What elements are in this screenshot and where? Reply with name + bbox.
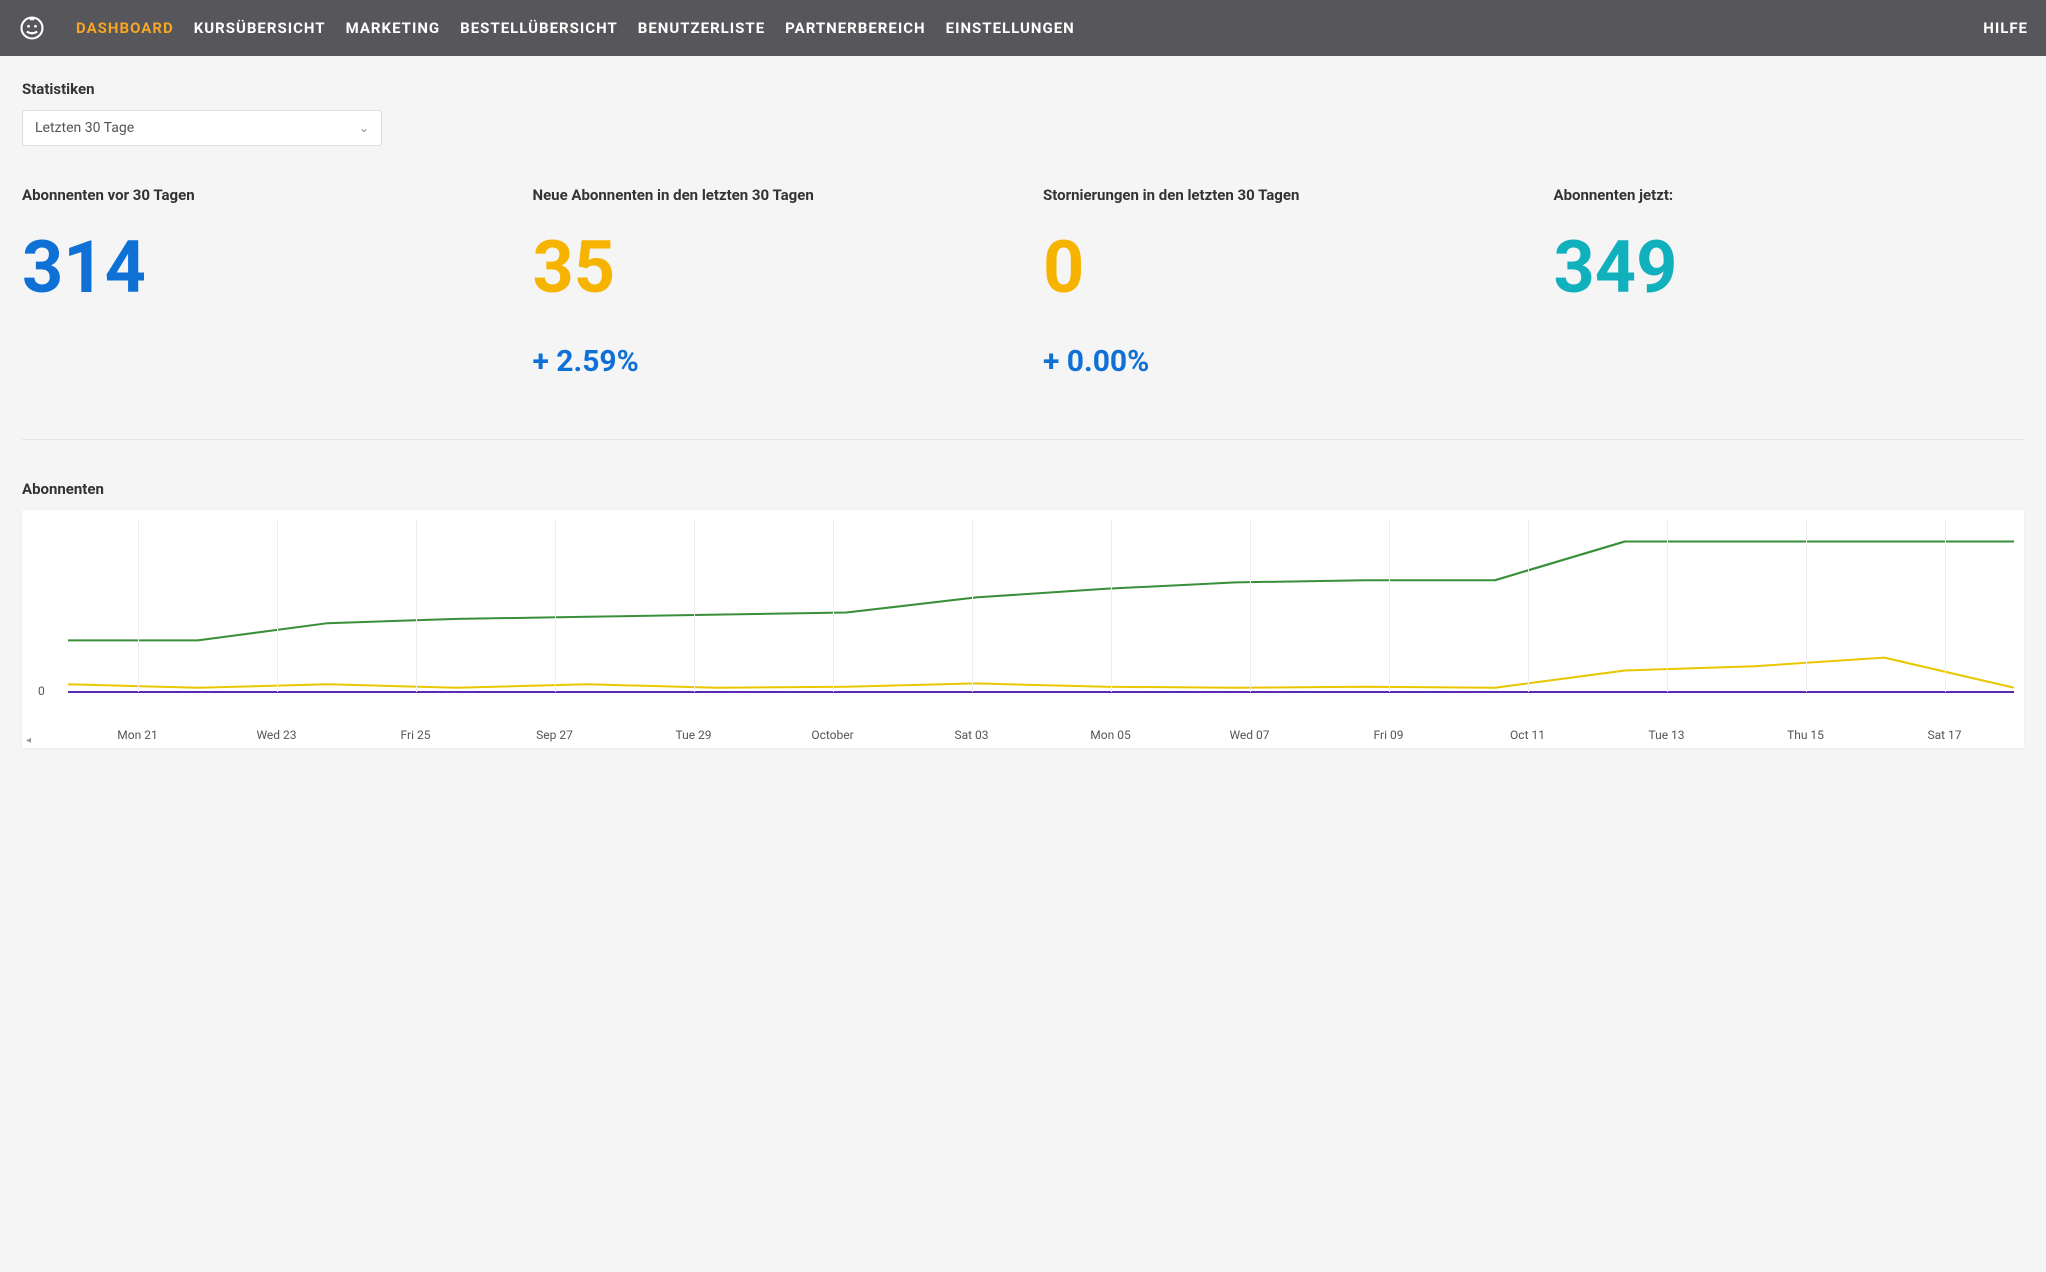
app-logo — [18, 14, 46, 42]
chart-lines — [68, 520, 2014, 720]
scroll-left-icon[interactable]: ◂ — [26, 735, 31, 746]
chart-title: Abonnenten — [22, 480, 2024, 498]
chevron-down-icon: ⌄ — [359, 121, 369, 135]
x-axis-label: Sep 27 — [485, 728, 624, 742]
stat-cancel-30: Stornierungen in den letzten 30 Tagen 0 … — [1043, 186, 1514, 379]
nav-right: HILFE — [1983, 19, 2028, 37]
stat-value: 314 — [22, 232, 493, 304]
stat-value: 35 — [533, 232, 1004, 304]
stat-delta: + 2.59% — [533, 344, 1004, 379]
page-content: Statistiken Letzten 30 Tage ⌄ Abonnenten… — [0, 56, 2046, 772]
x-axis-label: Thu 15 — [1736, 728, 1875, 742]
subscribers-chart: 0 Mon 21Wed 23Fri 25Sep 27Tue 29OctoberS… — [22, 510, 2024, 748]
stat-value: 0 — [1043, 232, 1514, 304]
nav-einstellungen[interactable]: EINSTELLUNGEN — [946, 19, 1075, 37]
y-axis-tick: 0 — [38, 684, 45, 698]
stat-before-30: Abonnenten vor 30 Tagen 314 — [22, 186, 493, 379]
date-range-value: Letzten 30 Tage — [35, 120, 134, 136]
stats-row: Abonnenten vor 30 Tagen 314 Neue Abonnen… — [22, 186, 2024, 440]
x-axis-label: Mon 05 — [1041, 728, 1180, 742]
x-axis-label: Sat 03 — [902, 728, 1041, 742]
chart-plot-area: 0 — [68, 520, 2014, 720]
x-axis-label: Fri 25 — [346, 728, 485, 742]
nav-marketing[interactable]: MARKETING — [346, 19, 441, 37]
nav-benutzerliste[interactable]: BENUTZERLISTE — [638, 19, 765, 37]
x-axis-labels: Mon 21Wed 23Fri 25Sep 27Tue 29OctoberSat… — [68, 720, 2014, 744]
x-axis-label: Wed 07 — [1180, 728, 1319, 742]
nav-bestelluebersicht[interactable]: BESTELLÜBERSICHT — [460, 19, 618, 37]
x-axis-label: Tue 13 — [1597, 728, 1736, 742]
nav-hilfe[interactable]: HILFE — [1983, 19, 2028, 37]
x-axis-label: Tue 29 — [624, 728, 763, 742]
stats-title: Statistiken — [22, 80, 2024, 98]
nav-items: DASHBOARD KURSÜBERSICHT MARKETING BESTEL… — [76, 19, 1983, 37]
stat-now: Abonnenten jetzt: 349 — [1554, 186, 2025, 379]
date-range-select[interactable]: Letzten 30 Tage ⌄ — [22, 110, 382, 146]
stat-label: Abonnenten vor 30 Tagen — [22, 186, 493, 204]
x-axis-label: Sat 17 — [1875, 728, 2014, 742]
stat-value: 349 — [1554, 232, 2025, 304]
nav-dashboard[interactable]: DASHBOARD — [76, 19, 174, 37]
nav-kursuebersicht[interactable]: KURSÜBERSICHT — [194, 19, 326, 37]
top-navbar: DASHBOARD KURSÜBERSICHT MARKETING BESTEL… — [0, 0, 2046, 56]
nav-partnerbereich[interactable]: PARTNERBEREICH — [785, 19, 925, 37]
stat-delta: + 0.00% — [1043, 344, 1514, 379]
x-axis-label: October — [763, 728, 902, 742]
x-axis-label: Oct 11 — [1458, 728, 1597, 742]
stat-new-30: Neue Abonnenten in den letzten 30 Tagen … — [533, 186, 1004, 379]
stat-label: Abonnenten jetzt: — [1554, 186, 2025, 204]
x-axis-label: Fri 09 — [1319, 728, 1458, 742]
x-axis-label: Wed 23 — [207, 728, 346, 742]
x-axis-label: Mon 21 — [68, 728, 207, 742]
stat-label: Stornierungen in den letzten 30 Tagen — [1043, 186, 1514, 204]
stat-label: Neue Abonnenten in den letzten 30 Tagen — [533, 186, 1004, 204]
